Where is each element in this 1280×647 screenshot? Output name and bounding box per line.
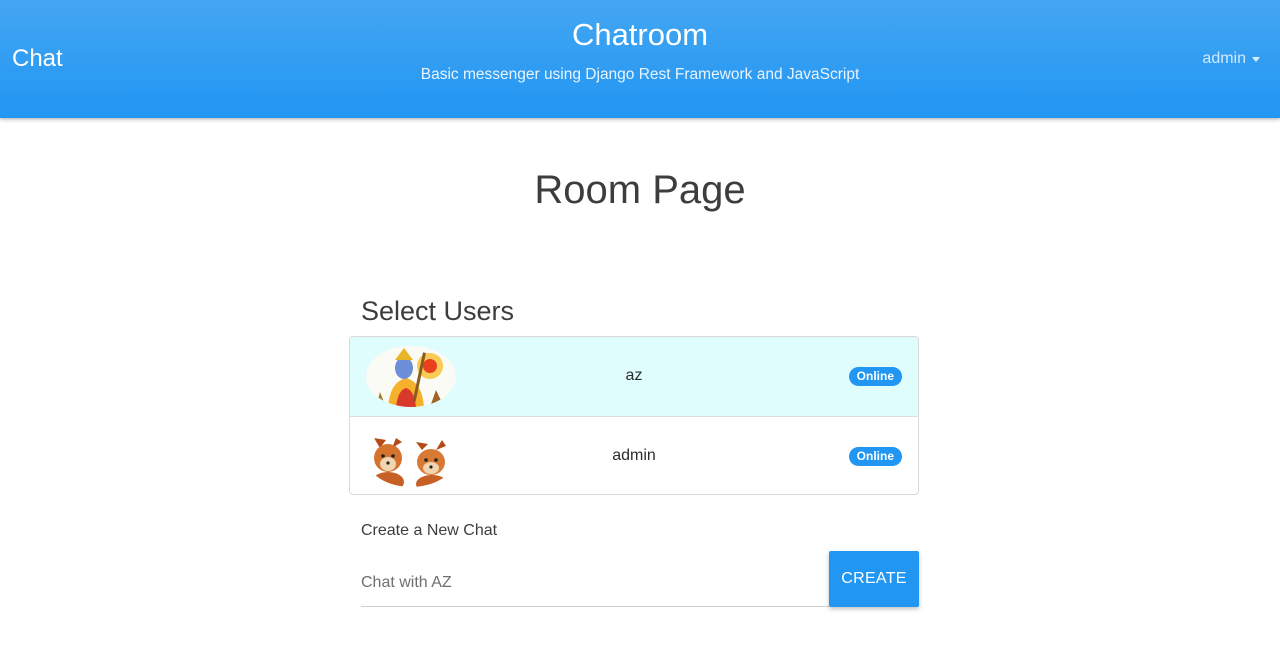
user-name: admin xyxy=(612,447,656,464)
status-badge: Online xyxy=(848,447,902,466)
user-name: az xyxy=(625,367,643,384)
app-subtitle: Basic messenger using Django Rest Framew… xyxy=(420,66,860,83)
chat-name-input[interactable] xyxy=(361,560,829,607)
create-chat-label: Create a New Chat xyxy=(361,522,498,539)
app-title: Chatroom xyxy=(571,17,709,52)
page-title: Room Page xyxy=(534,168,746,212)
caret-down-icon xyxy=(1252,56,1260,62)
top-navbar: Chat Chatroom Basic messenger using Djan… xyxy=(0,0,1280,118)
user-menu-dropdown[interactable]: admin xyxy=(1202,49,1260,69)
user-row-admin[interactable]: admin Online xyxy=(350,416,918,494)
header-title-block: Chatroom Basic messenger using Django Re… xyxy=(0,17,1280,85)
user-menu-label: admin xyxy=(1202,50,1246,67)
section-title: Select Users xyxy=(361,296,515,326)
create-chat-button[interactable]: CREATE xyxy=(829,551,919,607)
user-row-az[interactable]: az Online xyxy=(350,337,918,416)
status-badge: Online xyxy=(848,367,902,386)
user-list: az Online admin Online xyxy=(349,336,919,495)
